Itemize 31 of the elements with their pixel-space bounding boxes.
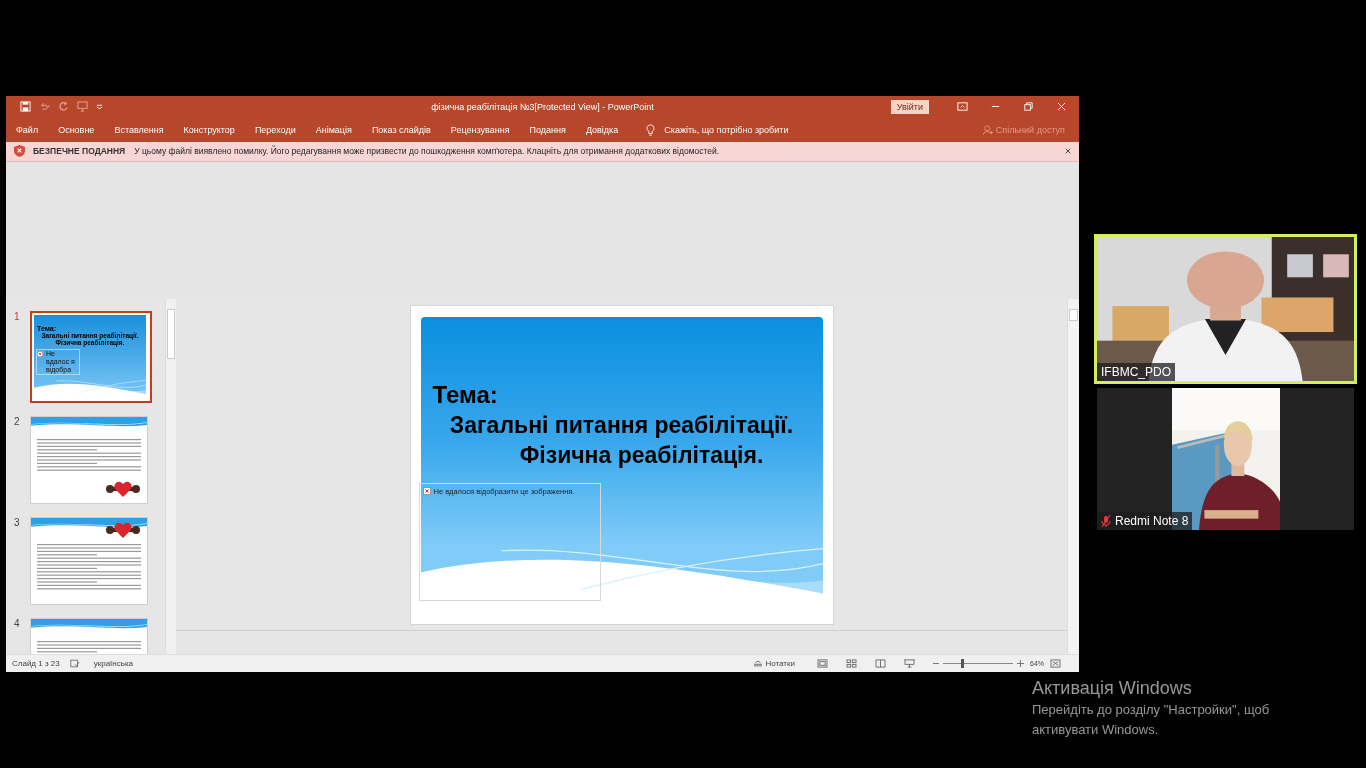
slide-number: 1	[13, 311, 21, 323]
notes-button[interactable]: Нотатки	[754, 659, 795, 669]
slide-title: Загальні питання реабілітації.	[448, 412, 795, 440]
window-title: фізична реабілітація №3[Protected View] - PowerPoint	[431, 101, 654, 112]
activation-title: Активація Windows	[1032, 678, 1193, 699]
sign-in-button[interactable]: Увійти	[890, 99, 929, 114]
menu-item[interactable]: Рецензування	[450, 124, 510, 135]
slide-number: 4	[13, 618, 21, 630]
participant-name: Redmi Note 8	[1115, 514, 1189, 528]
menu-item[interactable]: Основне	[58, 124, 95, 135]
menu-item[interactable]: Переходи	[254, 124, 296, 135]
participant-name: IFBMC_PDO	[1101, 365, 1171, 379]
slide-number: 3	[13, 517, 21, 529]
menu-item[interactable]: Вставлення	[114, 124, 164, 135]
menu-item[interactable]: Анімація	[315, 124, 352, 135]
language-label[interactable]: українська	[93, 659, 134, 669]
protected-view-title: БЕЗПЕЧНЕ ПОДАННЯ	[33, 146, 126, 157]
protected-view-message[interactable]: У цьому файлі виявлено помилку. Його редагування може призвести до пошкодження комп'ютера. Клацніть для отримання додаткових відомостей.	[134, 146, 720, 157]
video-tile[interactable]: IFBMC_PDO	[1094, 234, 1357, 384]
slide-heading: Тема:	[431, 380, 499, 410]
menu-item[interactable]: Подання	[529, 124, 566, 135]
tell-me-field[interactable]: Скажіть, що потрібно зробити	[664, 124, 789, 135]
video-tile[interactable]: Redmi Note 8	[1097, 388, 1354, 530]
slide-title: Фізична реабілітація.	[518, 442, 765, 470]
menu-item[interactable]: Конструктор	[183, 124, 235, 135]
slide-counter: Слайд 1 з 23	[12, 659, 60, 669]
menu-item[interactable]: Файл	[16, 124, 39, 135]
menu-item[interactable]: Показ слайдів	[371, 124, 431, 135]
menu-item[interactable]: Довідка	[585, 124, 619, 135]
slide-number: 2	[13, 416, 21, 428]
activation-message: Перейдіть до розділу "Настройки", щоб активувати Windows.	[1032, 701, 1271, 739]
